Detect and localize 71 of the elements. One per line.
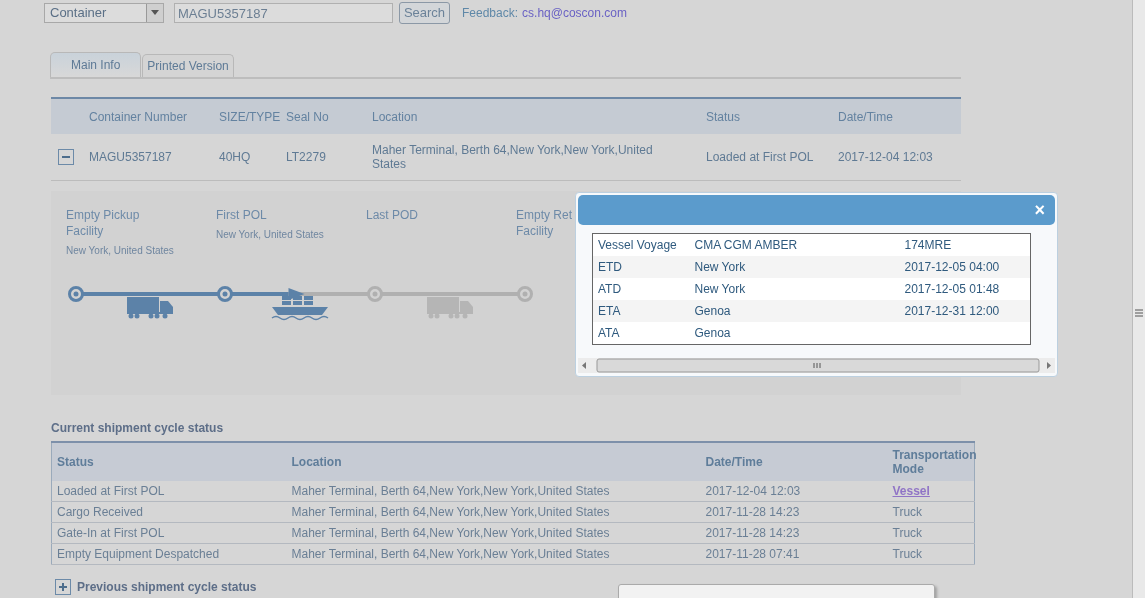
table-cell: 2017-11-28 14:23 bbox=[700, 501, 888, 523]
plus-icon bbox=[58, 582, 68, 592]
grip-icon bbox=[1135, 309, 1143, 317]
vertical-scrollbar[interactable] bbox=[1132, 0, 1145, 598]
email-link[interactable]: cs.hq@coscon.com bbox=[522, 5, 627, 20]
table-cell: Truck bbox=[887, 501, 975, 523]
column-header: Date/Time bbox=[837, 98, 961, 134]
table-cell: Maher Terminal, Berth 64,New York,New York,United States bbox=[286, 522, 701, 544]
column-header: Transportation Mode bbox=[887, 442, 975, 481]
column-header: Location bbox=[286, 442, 701, 481]
horizontal-scrollbar[interactable] bbox=[578, 358, 1055, 373]
table-cell: MAGU5357187 bbox=[88, 134, 218, 181]
tab[interactable]: Main Info bbox=[50, 52, 142, 77]
table-cell: 2017-12-05 01:48 bbox=[899, 278, 1031, 300]
table-cell: Genoa bbox=[689, 322, 900, 345]
table-cell: Maher Terminal, Berth 64,New York,New York,United States bbox=[286, 543, 701, 565]
table-cell: Truck bbox=[887, 543, 975, 565]
column-header: Status bbox=[705, 98, 837, 134]
table-cell: New York bbox=[689, 256, 900, 278]
search-button[interactable]: Search bbox=[399, 1, 450, 24]
expand-button[interactable] bbox=[55, 579, 71, 595]
table-cell: 2017-12-04 12:03 bbox=[700, 481, 888, 502]
table-cell: 2017-12-05 04:00 bbox=[899, 256, 1031, 278]
table-cell: LT2279 bbox=[285, 134, 371, 181]
ship-icon bbox=[271, 296, 329, 321]
table-cell: Vessel Voyage bbox=[592, 233, 690, 256]
table-cell: Maher Terminal, Berth 64,New York,New York,United States bbox=[371, 134, 705, 181]
feedback-label: Feedback: bbox=[462, 5, 519, 20]
search-field[interactable]: MAGU5357187 bbox=[174, 2, 393, 23]
collapse-button[interactable] bbox=[58, 149, 74, 165]
table-cell: New York bbox=[689, 278, 900, 300]
table-cell: 2017-11-28 14:23 bbox=[700, 522, 888, 544]
table-cell: CMA CGM AMBER bbox=[689, 233, 900, 256]
table-cell: ATD bbox=[592, 278, 690, 300]
column-header: Date/Time bbox=[700, 442, 888, 481]
table-cell: Maher Terminal, Berth 64,New York,New York,United States bbox=[286, 501, 701, 523]
column-header: Container Number bbox=[88, 98, 218, 134]
table-cell: Gate-In at First POL bbox=[51, 522, 287, 544]
column-header: Location bbox=[371, 98, 705, 134]
close-button[interactable]: × bbox=[1034, 201, 1045, 219]
column-header: SIZE/TYPE bbox=[218, 98, 285, 134]
stage-name: Empty Pickup Facility bbox=[66, 207, 141, 239]
type-select[interactable]: Container bbox=[44, 2, 164, 23]
table-cell: ATA bbox=[592, 322, 690, 345]
column-header: Status bbox=[51, 442, 287, 481]
table-cell: Truck bbox=[887, 522, 975, 544]
stage-name: Last POD bbox=[366, 207, 420, 223]
section-title: Previous shipment cycle status bbox=[77, 580, 257, 594]
table-cell: Cargo Received bbox=[51, 501, 287, 523]
table-cell: Empty Equipment Despatched bbox=[51, 543, 287, 565]
table-cell: 40HQ bbox=[218, 134, 285, 181]
stage-name: Empty Ret Facility bbox=[516, 207, 573, 239]
table-cell: ETD bbox=[592, 256, 690, 278]
table-cell: ETA bbox=[592, 300, 690, 322]
mode-link[interactable]: Vessel bbox=[892, 484, 930, 498]
stage-location: New York, United States bbox=[66, 245, 175, 256]
table-cell: 174MRE bbox=[899, 233, 1031, 256]
table-cell: Maher Terminal, Berth 64,New York,New York,United States bbox=[286, 481, 701, 502]
table-cell: Genoa bbox=[689, 300, 900, 322]
stage-location: New York, United States bbox=[216, 229, 325, 240]
table-cell: Loaded at First POL bbox=[705, 134, 837, 181]
table-cell: 2017-11-28 07:41 bbox=[700, 543, 888, 565]
table-cell: 2017-12-04 12:03 bbox=[837, 134, 961, 181]
caret-icon bbox=[146, 3, 163, 22]
column-header: Seal No bbox=[285, 98, 371, 134]
section-title: Current shipment cycle status bbox=[51, 421, 225, 435]
table-cell: Loaded at First POL bbox=[51, 481, 287, 502]
table-cell: 2017-12-31 12:00 bbox=[899, 300, 1031, 322]
truck-icon bbox=[127, 297, 173, 319]
stage-name: First POL bbox=[216, 207, 268, 223]
tab[interactable]: Printed Version bbox=[142, 54, 234, 77]
